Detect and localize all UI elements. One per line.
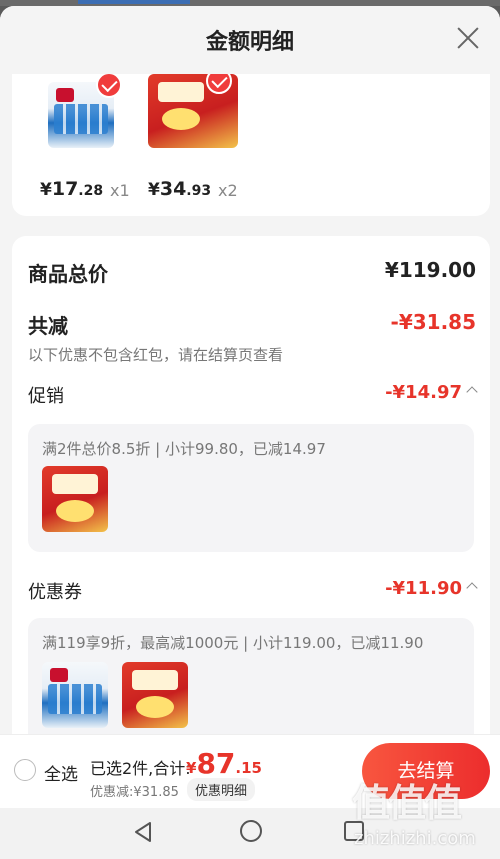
price-integer: 17 [51,178,79,200]
promotion-detail-box: 满2件总价8.5折 | 小计99.80，已减14.97 [28,424,474,552]
price-currency: ¥ [148,180,160,200]
reduction-note: 以下优惠不包含红包，请在结算页查看 [28,346,284,364]
amount-details-sheet: 金额明细 ¥17.28 x1 ¥34.93 x2 商品总价 ¥119.00 共减… [0,6,500,859]
discount-details-button[interactable]: 优惠明细 [187,778,256,801]
status-strip-accent [78,0,190,4]
select-all-label[interactable]: 全选 [44,760,78,785]
reduction-label: 共减 [28,314,68,338]
coupon-value: -¥11.90 [385,578,462,599]
product-card: ¥17.28 x1 ¥34.93 x2 [12,50,490,216]
check-icon[interactable] [96,72,122,98]
radio-icon[interactable] [14,759,36,781]
discount-amount: 优惠减:¥31.85 [90,785,179,800]
product-quantity: x2 [218,181,238,200]
price-integer: 34 [159,178,187,200]
checkout-button[interactable]: 去结算 [362,743,490,799]
coupon-toggle[interactable]: -¥11.90 [385,578,478,599]
close-icon[interactable] [454,24,482,52]
product-price: ¥34.93 [148,178,211,200]
recent-apps-icon[interactable] [344,821,364,841]
chevron-up-icon [466,386,478,398]
product-quantity: x1 [110,181,130,200]
promotion-label: 促销 [28,386,64,407]
total-price-label: 商品总价 [28,262,108,286]
sheet-header: 金额明细 [0,6,500,74]
reduction-value: -¥31.85 [390,310,476,334]
product-price: ¥17.28 [40,178,103,200]
coupon-label: 优惠券 [28,582,82,603]
total-price-value: ¥119.00 [384,258,476,282]
total-decimal: .15 [235,759,262,777]
promotion-value: -¥14.97 [385,382,462,403]
total-amount: ¥87.15 [186,747,262,780]
price-currency: ¥ [40,180,52,200]
checkout-bar: 全选 已选2件,合计: ¥87.15 优惠减:¥31.85 优惠明细 去结算 [0,734,500,808]
promotion-description: 满2件总价8.5折 | 小计99.80，已减14.97 [42,440,326,458]
coupon-product-image-milk [122,662,188,728]
sheet-title: 金额明细 [205,30,294,55]
system-nav-bar [0,808,500,859]
promotion-product-image-milk [42,466,108,532]
total-currency: ¥ [186,759,197,777]
summary-card: 商品总价 ¥119.00 共减 -¥31.85 以下优惠不包含红包，请在结算页查… [12,236,490,776]
home-icon[interactable] [240,820,262,842]
selected-summary: 已选2件,合计: [90,759,191,778]
coupon-description: 满119享9折，最高减1000元 | 小计119.00，已减11.90 [42,634,424,652]
back-icon[interactable] [132,820,154,844]
price-decimal: .28 [78,183,104,199]
chevron-up-icon [466,582,478,594]
total-integer: 87 [196,747,236,780]
price-decimal: .93 [186,183,212,199]
coupon-product-image-water [42,662,108,728]
promotion-toggle[interactable]: -¥14.97 [385,382,478,403]
